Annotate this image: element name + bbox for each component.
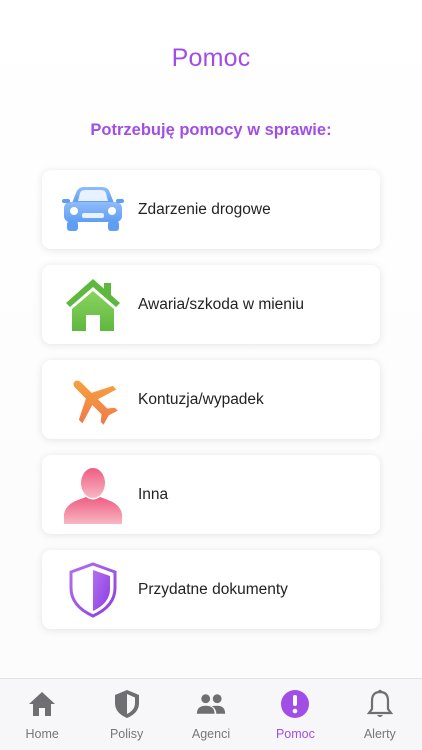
house-icon	[62, 274, 124, 336]
section-title: Potrzebuję pomocy w sprawie:	[90, 121, 332, 139]
tab-label: Pomoc	[275, 727, 315, 741]
airplane-icon	[62, 369, 124, 431]
tab-label: Alerty	[363, 727, 396, 741]
help-item-road-incident[interactable]: Zdarzenie drogowe	[42, 170, 380, 249]
help-item-useful-documents[interactable]: Przydatne dokumenty	[42, 550, 380, 629]
help-item-label: Kontuzja/wypadek	[138, 390, 264, 408]
tab-alerty[interactable]: Alerty	[338, 679, 422, 750]
car-icon	[62, 179, 124, 241]
help-categories-list: Zdarzenie drogowe Awaria/szkoda w mieniu	[42, 170, 380, 645]
tab-pomoc[interactable]: Pomoc	[253, 679, 337, 750]
help-item-label: Inna	[138, 485, 169, 503]
person-icon	[62, 464, 124, 526]
tab-label: Home	[25, 727, 59, 741]
help-item-injury-accident[interactable]: Kontuzja/wypadek	[42, 360, 380, 439]
alert-circle-icon	[280, 689, 310, 719]
shield-icon	[112, 689, 142, 719]
tab-polisy[interactable]: Polisy	[84, 679, 168, 750]
help-item-other[interactable]: Inna	[42, 455, 380, 534]
tab-label: Polisy	[109, 727, 144, 741]
help-item-label: Przydatne dokumenty	[138, 580, 288, 598]
home-icon	[27, 689, 57, 719]
tab-agenci[interactable]: Agenci	[169, 679, 253, 750]
page-title: Pomoc	[171, 44, 251, 72]
help-screen: Pomoc Potrzebuję pomocy w sprawie: Zdarz…	[0, 0, 422, 750]
tab-label: Agenci	[191, 727, 231, 741]
shield-icon	[62, 559, 124, 621]
help-item-label: Awaria/szkoda w mieniu	[138, 295, 304, 313]
tab-home[interactable]: Home	[0, 679, 84, 750]
people-icon	[196, 689, 226, 719]
help-item-property-damage[interactable]: Awaria/szkoda w mieniu	[42, 265, 380, 344]
help-item-label: Zdarzenie drogowe	[138, 200, 271, 218]
bottom-tab-bar: Home Polisy Agenci Pomoc Alerty	[0, 678, 422, 750]
bell-icon	[365, 689, 395, 719]
